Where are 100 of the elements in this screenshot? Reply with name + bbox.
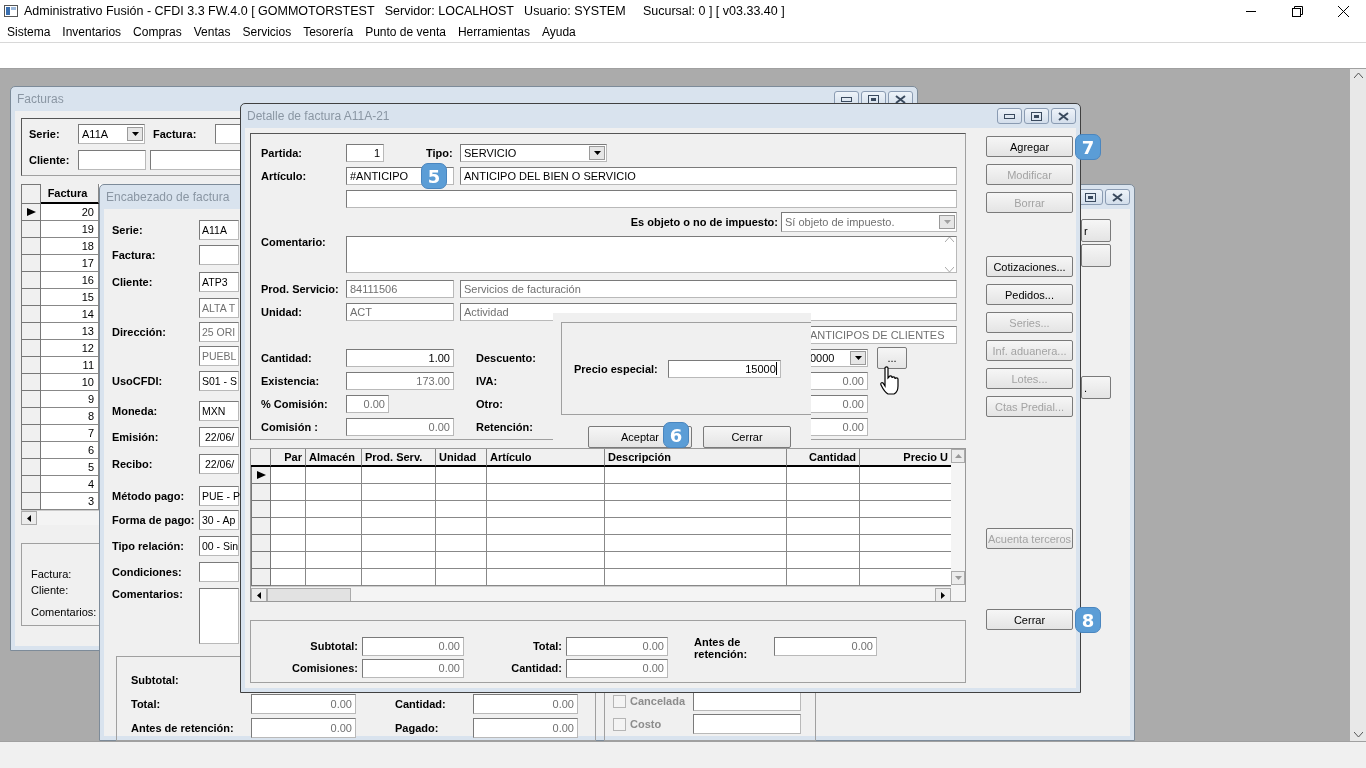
text-field[interactable]: MXN [199, 401, 239, 421]
text-field[interactable]: 0.00 [362, 658, 464, 678]
button[interactable]: . [1081, 376, 1111, 399]
vertical-scrollbar[interactable] [1350, 69, 1366, 741]
field-label: Cantidad: [395, 698, 447, 710]
field-label: Descuento: [476, 352, 537, 364]
close-button[interactable] [1051, 108, 1076, 124]
close-button[interactable] [1105, 189, 1130, 205]
text-field[interactable] [215, 124, 241, 144]
scroll-thumb[interactable] [267, 588, 351, 601]
field-label: Partida: [261, 147, 303, 159]
field-label: Moneda: [112, 405, 159, 417]
row-pointer-icon [256, 471, 266, 479]
row-pointer-icon [26, 208, 36, 216]
menu-item[interactable]: Tesorería [297, 25, 360, 39]
button[interactable]: Cerrar [703, 426, 791, 448]
text-field[interactable]: 84111506 [346, 280, 454, 298]
triangle-icon [954, 576, 962, 580]
menu-item[interactable]: Sistema [1, 25, 57, 39]
text-field[interactable]: 22/06/ [199, 427, 239, 447]
vertical-scrollbar[interactable] [942, 237, 956, 272]
checkbox-label: Costo [630, 718, 662, 730]
caret-icon [943, 220, 951, 224]
dropdown[interactable]: A11A [78, 124, 145, 144]
column-header[interactable]: Factura [41, 184, 99, 204]
column-header[interactable]: Descripción [605, 449, 787, 467]
text-field[interactable]: 0.00 [362, 636, 464, 656]
text-field[interactable]: 0.00 [251, 694, 356, 714]
menu-item[interactable]: Ayuda [535, 25, 582, 39]
scroll-arrow-button[interactable] [935, 588, 951, 601]
table-cell [306, 535, 362, 552]
scroll-arrow-button[interactable] [251, 588, 267, 601]
text-area[interactable] [199, 588, 239, 644]
menu-item[interactable]: Compras [127, 25, 188, 39]
text-field[interactable]: 0.00 [566, 658, 668, 678]
button[interactable]: Pedidos... [986, 284, 1073, 305]
dropdown[interactable]: SERVICIO [460, 144, 607, 162]
row-selector[interactable] [21, 204, 41, 221]
menu-item[interactable]: Punto de venta [359, 25, 452, 39]
text-field[interactable]: 22/06/ [199, 454, 239, 474]
row-selector[interactable] [251, 467, 271, 484]
step-badge: 7 [1075, 134, 1101, 160]
text-field[interactable]: A11A [199, 220, 239, 240]
text-field[interactable] [150, 150, 241, 170]
button[interactable]: r [1081, 219, 1111, 242]
text-field[interactable]: ANTICIPO DEL BIEN O SERVICIO [460, 167, 957, 185]
field-label: % Comisión: [261, 398, 329, 410]
column-header[interactable]: Precio U [860, 449, 951, 467]
horizontal-scrollbar[interactable] [21, 510, 99, 525]
text-field[interactable]: 30 - Ap [199, 510, 239, 530]
menu-item[interactable]: Ventas [187, 25, 237, 39]
text-field[interactable]: 1.00 [346, 349, 454, 367]
table-cell [306, 552, 362, 569]
browse-button[interactable]: ... [877, 347, 907, 369]
text-field[interactable]: 0.00 [473, 718, 578, 738]
field-label: Subtotal: [131, 674, 180, 686]
text-field[interactable] [78, 150, 146, 170]
column-header[interactable]: Prod. Serv. [362, 449, 436, 467]
text-area[interactable] [346, 236, 957, 273]
text-field[interactable]: S01 - S [199, 371, 239, 391]
caret-icon [593, 151, 601, 155]
minimize-button[interactable] [997, 108, 1022, 124]
field-label: Total: [131, 698, 162, 710]
text-field[interactable]: 0.00 [251, 718, 356, 738]
maximize-button[interactable] [1024, 108, 1049, 124]
text-field[interactable]: 0.00 [566, 636, 668, 656]
text-field[interactable]: 00 - Sin [199, 536, 239, 556]
column-header[interactable]: Almacén [306, 449, 362, 467]
text-field[interactable] [693, 691, 801, 711]
column-header[interactable]: Cantidad [787, 449, 860, 467]
table-cell [271, 467, 306, 484]
text-field[interactable]: Servicios de facturación [460, 280, 957, 298]
text-field[interactable]: 1 [346, 144, 384, 162]
chevron-up-icon [1353, 73, 1363, 78]
close-icon [895, 94, 906, 104]
text-field[interactable] [199, 562, 239, 582]
text-field[interactable]: 0.00 [774, 636, 877, 656]
menu-item[interactable]: Servicios [236, 25, 298, 39]
menu-item[interactable]: Inventarios [56, 25, 128, 39]
field-label: Tipo relación: [112, 540, 185, 552]
text-field[interactable]: 15000 [667, 359, 781, 378]
window-title: Detalle de factura A11A-21 [246, 109, 390, 123]
column-header[interactable]: Unidad [436, 449, 487, 467]
button[interactable]: Cotizaciones... [986, 256, 1073, 277]
button[interactable] [1081, 244, 1111, 267]
column-header[interactable]: Artículo [487, 449, 605, 467]
text-field[interactable]: ACT [346, 303, 454, 321]
text-field[interactable]: ATP3 [199, 272, 239, 292]
field-label: Cliente: [31, 584, 69, 596]
text-field[interactable] [199, 245, 239, 265]
window-title: Administrativo Fusión - CFDI 3.3 FW.4.0 [ GOMMOTORSTEST Servidor: LOCALHOST Usuario: SYSTEM Sucursal: 0 ] [ v03.33.40 ] [24, 4, 785, 18]
menu-item[interactable]: Herramientas [451, 25, 536, 39]
horizontal-scrollbar[interactable] [251, 586, 951, 601]
scroll-arrow-button[interactable] [21, 511, 37, 525]
table-cell [436, 484, 487, 501]
text-field[interactable]: 0.00 [473, 694, 578, 714]
text-field[interactable] [346, 190, 957, 208]
column-header[interactable]: Par [271, 449, 306, 467]
text-field[interactable] [693, 714, 801, 734]
text-field[interactable]: PUE - P [199, 486, 239, 506]
